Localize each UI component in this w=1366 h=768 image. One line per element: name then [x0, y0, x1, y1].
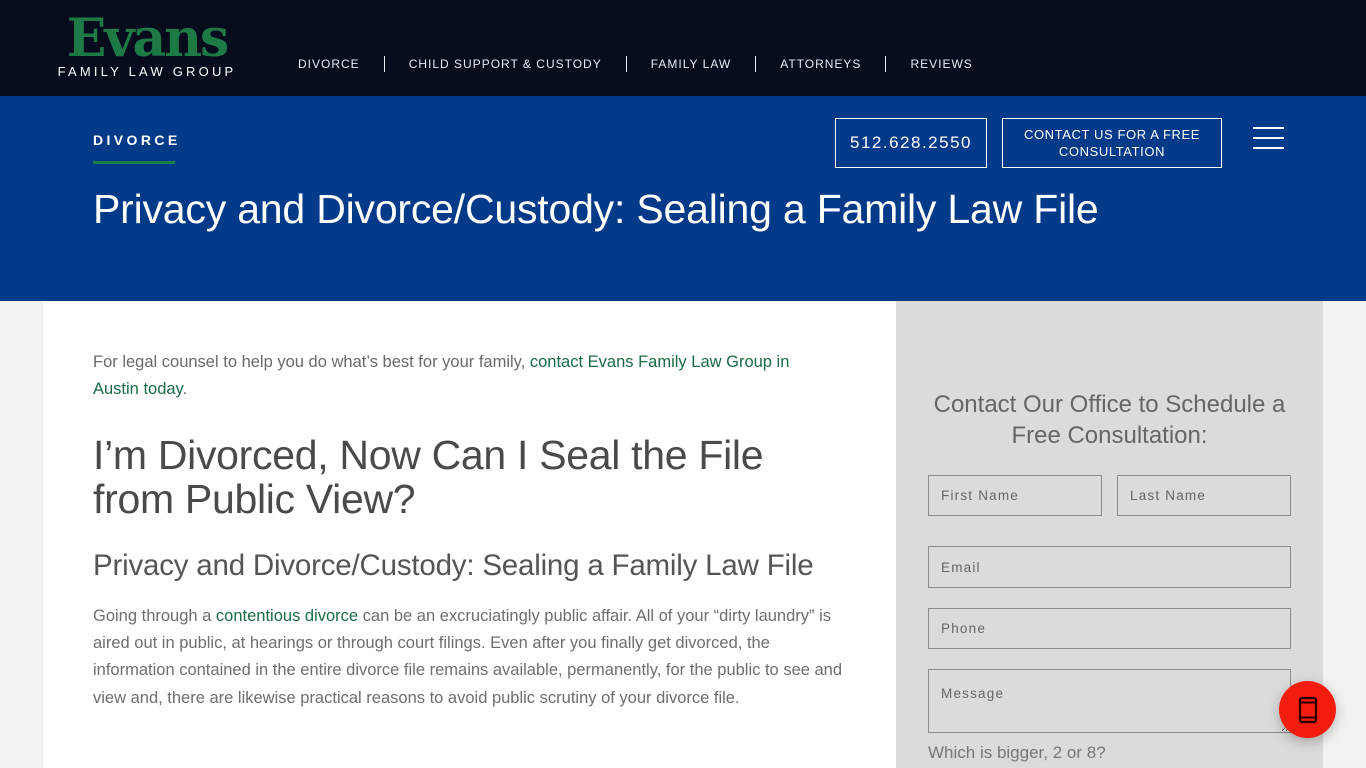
- article-subheading: Privacy and Divorce/Custody: Sealing a F…: [93, 549, 814, 582]
- intro-end: .: [182, 380, 188, 398]
- article-content: For legal counsel to help you do what’s …: [43, 301, 896, 768]
- nav-divider: [383, 56, 385, 72]
- breadcrumb-underline: [93, 161, 175, 164]
- page-title: Privacy and Divorce/Custody: Sealing a F…: [93, 186, 1099, 232]
- intro-text: For legal counsel to help you do what’s …: [93, 353, 530, 371]
- call-fab-button[interactable]: [1279, 681, 1336, 738]
- logo-wordmark: Evans: [66, 8, 230, 69]
- main-nav: DIVORCE CHILD SUPPORT & CUSTODY FAMILY L…: [286, 54, 985, 74]
- site-logo[interactable]: Evans FAMILY LAW GROUP: [49, 8, 245, 80]
- form-title: Contact Our Office to Schedule a Free Co…: [933, 391, 1286, 449]
- nav-divider: [755, 56, 757, 72]
- hamburger-line: [1253, 127, 1284, 129]
- contact-form-sidebar: Contact Our Office to Schedule a Free Co…: [896, 301, 1323, 768]
- nav-item-reviews[interactable]: REVIEWS: [898, 57, 984, 71]
- hamburger-line: [1253, 137, 1284, 139]
- phone-button[interactable]: 512.628.2550: [835, 118, 987, 168]
- breadcrumb-divorce[interactable]: DIVORCE: [93, 132, 181, 148]
- hamburger-line: [1253, 147, 1284, 149]
- nav-item-attorneys[interactable]: ATTORNEYS: [768, 57, 873, 71]
- message-textarea[interactable]: [928, 669, 1291, 733]
- intro-paragraph: For legal counsel to help you do what’s …: [93, 349, 813, 403]
- nav-divider: [625, 56, 627, 72]
- article-heading: I’m Divorced, Now Can I Seal the File fr…: [93, 432, 764, 522]
- nav-item-family-law[interactable]: FAMILY LAW: [639, 57, 743, 71]
- nav-item-divorce[interactable]: DIVORCE: [286, 57, 372, 71]
- captcha-question: Which is bigger, 2 or 8?: [928, 743, 1106, 762]
- nav-item-child-support-custody[interactable]: CHILD SUPPORT & CUSTODY: [397, 57, 614, 71]
- para-start: Going through a: [93, 607, 216, 625]
- top-navigation-bar: Evans FAMILY LAW GROUP DIVORCE CHILD SUP…: [0, 0, 1366, 96]
- hamburger-menu-icon[interactable]: [1253, 126, 1285, 152]
- contentious-divorce-link[interactable]: contentious divorce: [216, 607, 358, 625]
- phone-input[interactable]: [928, 608, 1291, 649]
- email-input[interactable]: [928, 546, 1291, 588]
- free-consultation-button[interactable]: CONTACT US FOR A FREE CONSULTATION: [1002, 118, 1222, 168]
- nav-divider: [885, 56, 887, 72]
- page-hero: DIVORCE 512.628.2550 CONTACT US FOR A FR…: [0, 96, 1366, 301]
- last-name-input[interactable]: [1117, 475, 1291, 516]
- first-name-input[interactable]: [928, 475, 1102, 516]
- mobile-phone-icon: [1298, 696, 1317, 723]
- logo-subtitle: FAMILY LAW GROUP: [57, 64, 237, 79]
- body-paragraph: Going through a contentious divorce can …: [93, 603, 853, 712]
